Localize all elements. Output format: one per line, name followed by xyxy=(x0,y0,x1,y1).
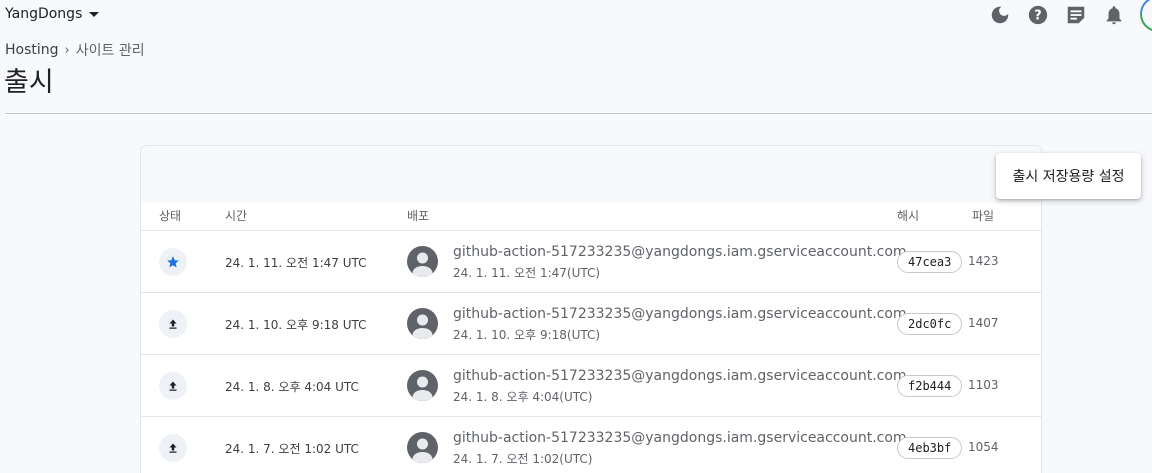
chevron-down-icon xyxy=(89,11,100,17)
top-bar: YangDongs ? xyxy=(0,0,1152,32)
release-time: 24. 1. 11. 오전 1:47 UTC xyxy=(225,256,367,270)
column-header-deploy: 배포 xyxy=(407,209,430,223)
user-avatar xyxy=(407,370,438,401)
table-row[interactable]: 24. 1. 10. 오후 9:18 UTC github-action-517… xyxy=(141,293,1041,355)
status-indicator xyxy=(159,310,187,338)
upload-icon xyxy=(169,319,177,329)
column-header-files: 파일 xyxy=(972,209,995,223)
table-row[interactable]: 24. 1. 8. 오후 4:04 UTC github-action-5172… xyxy=(141,355,1041,417)
release-storage-settings-menu-item[interactable]: 출시 저장용량 설정 xyxy=(996,153,1141,199)
user-avatar xyxy=(407,246,438,277)
project-selector[interactable]: YangDongs xyxy=(5,6,100,22)
column-header-time: 시간 xyxy=(225,209,248,223)
release-time: 24. 1. 7. 오전 1:02 UTC xyxy=(225,442,359,456)
svg-text:?: ? xyxy=(1034,9,1041,24)
deploy-time: 24. 1. 8. 오후 4:04(UTC) xyxy=(453,390,593,404)
status-indicator xyxy=(159,434,187,462)
top-icons: ? xyxy=(988,3,1140,27)
table-row[interactable]: 24. 1. 7. 오전 1:02 UTC github-action-5172… xyxy=(141,417,1041,473)
header-divider xyxy=(5,113,1152,114)
page-title: 출시 xyxy=(4,67,54,98)
file-count: 1103 xyxy=(968,378,999,392)
hash-chip[interactable]: 47cea3 xyxy=(897,251,963,273)
column-header-hash: 해시 xyxy=(897,209,920,223)
notes-icon[interactable] xyxy=(1064,3,1088,27)
upload-icon xyxy=(169,381,177,391)
help-icon[interactable]: ? xyxy=(1026,3,1050,27)
releases-card: 상태 시간 배포 해시 파일 24. 1. 11. 오전 1:47 UTC gi… xyxy=(140,145,1042,473)
hash-chip[interactable]: 4eb3bf xyxy=(897,437,963,459)
table-row[interactable]: 24. 1. 11. 오전 1:47 UTC github-action-517… xyxy=(141,231,1041,293)
file-count: 1054 xyxy=(968,440,999,454)
file-count: 1407 xyxy=(968,316,999,330)
dark-mode-icon[interactable] xyxy=(988,3,1012,27)
user-avatar xyxy=(407,432,438,463)
deployer-email: github-action-517233235@yangdongs.iam.gs… xyxy=(453,306,907,322)
file-count: 1423 xyxy=(968,254,999,268)
deployer-email: github-action-517233235@yangdongs.iam.gs… xyxy=(453,430,907,446)
breadcrumb-root[interactable]: Hosting xyxy=(5,42,59,58)
deploy-time: 24. 1. 10. 오후 9:18(UTC) xyxy=(453,328,601,342)
user-avatar xyxy=(407,308,438,339)
breadcrumb: Hosting › 사이트 관리 xyxy=(5,40,145,60)
upload-icon xyxy=(169,443,177,453)
status-indicator xyxy=(159,372,187,400)
notifications-icon[interactable] xyxy=(1102,3,1126,27)
project-name: YangDongs xyxy=(5,6,83,22)
deployer-email: github-action-517233235@yangdongs.iam.gs… xyxy=(453,244,907,260)
card-header xyxy=(141,146,1041,203)
hash-chip[interactable]: 2dc0fc xyxy=(897,313,963,335)
status-indicator xyxy=(159,248,187,276)
column-header-status: 상태 xyxy=(159,209,182,223)
account-avatar[interactable] xyxy=(1140,0,1152,32)
star-icon xyxy=(167,256,179,268)
release-time: 24. 1. 8. 오후 4:04 UTC xyxy=(225,380,359,394)
deploy-time: 24. 1. 11. 오전 1:47(UTC) xyxy=(453,266,601,280)
deployer-email: github-action-517233235@yangdongs.iam.gs… xyxy=(453,368,907,384)
breadcrumb-current[interactable]: 사이트 관리 xyxy=(76,40,145,60)
breadcrumb-separator: › xyxy=(64,42,70,58)
release-time: 24. 1. 10. 오후 9:18 UTC xyxy=(225,318,367,332)
deploy-time: 24. 1. 7. 오전 1:02(UTC) xyxy=(453,452,593,466)
hash-chip[interactable]: f2b444 xyxy=(897,375,963,397)
